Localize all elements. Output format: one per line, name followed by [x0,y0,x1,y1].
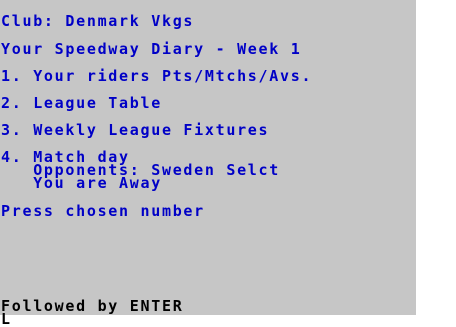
menu-option-3[interactable]: 3. Weekly League Fixtures [1,123,269,138]
venue-info: You are Away [1,174,162,192]
cursor-letter: L [1,310,11,327]
menu-option-2[interactable]: 2. League Table [1,96,162,111]
club-label: Club: Denmark Vkgs [1,12,195,30]
choice-prompt: Press chosen number [1,202,205,220]
enter-hint: Followed by ENTER [1,297,184,315]
menu-option-1[interactable]: 1. Your riders Pts/Mtchs/Avs. [1,69,312,84]
spectrum-screen: Club: Denmark Vkgs Your Speedway Diary -… [0,0,456,327]
diary-title: Your Speedway Diary - Week 1 [1,40,302,58]
input-cursor[interactable]: L [1,310,13,327]
paper-area: Club: Denmark Vkgs Your Speedway Diary -… [0,0,416,315]
